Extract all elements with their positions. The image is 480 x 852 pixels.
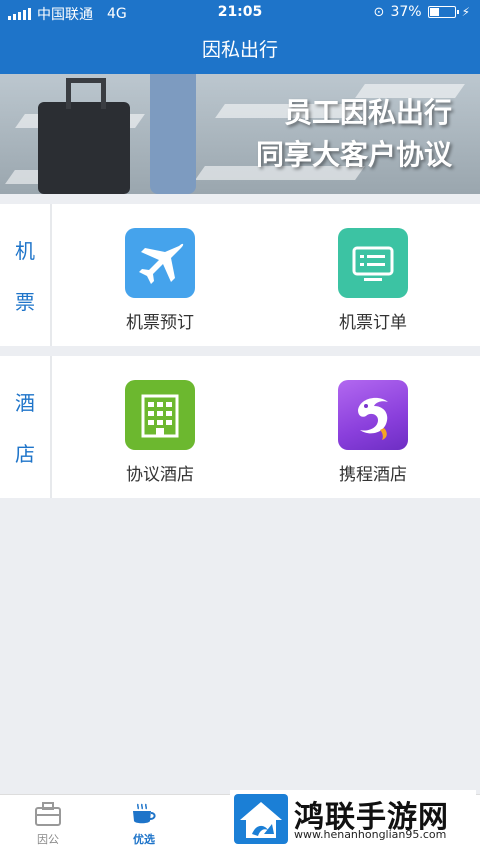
- traveler-legs-image: [150, 74, 196, 194]
- agreement-hotel-label: 协议酒店: [126, 465, 194, 485]
- navigation-bar: 因私出行: [0, 26, 480, 74]
- watermark-url: www.henanhonglian95.com: [294, 828, 447, 841]
- hotel-building-icon: [125, 380, 195, 450]
- section-label-char: 机: [15, 239, 35, 263]
- banner-line-1: 员工因私出行: [283, 96, 452, 129]
- banner-line-2: 同享大客户协议: [255, 138, 452, 171]
- page-title: 因私出行: [201, 39, 278, 61]
- flight-section: 机 票 机票预订 机票订单: [0, 204, 480, 346]
- status-bar: 中国联通 4G 21:05 ⊙ 37% ⚡: [0, 0, 480, 26]
- charging-icon: ⚡: [461, 5, 470, 19]
- promo-banner[interactable]: 员工因私出行 同享大客户协议: [0, 74, 480, 194]
- watermark-logo: [234, 794, 288, 844]
- battery-percent: 37%: [390, 4, 422, 20]
- tab-business-label: 因公: [37, 833, 59, 846]
- section-label-char: 票: [15, 290, 35, 314]
- ctrip-hotel-label: 携程酒店: [339, 465, 407, 485]
- orientation-lock-icon: ⊙: [373, 4, 385, 20]
- battery-icon: [427, 6, 459, 18]
- section-label-char: 店: [15, 442, 35, 466]
- section-label-char: 酒: [15, 391, 35, 415]
- agreement-hotel-tile[interactable]: 协议酒店: [90, 380, 230, 485]
- tab-preferred-label: 优选: [133, 833, 155, 846]
- section-label-flight: 机 票: [0, 204, 52, 346]
- airplane-icon: [125, 228, 195, 298]
- banner-slogan: 员工因私出行 同享大客户协议: [256, 92, 452, 176]
- suitcase-image: [38, 78, 130, 194]
- section-label-hotel: 酒 店: [0, 356, 52, 498]
- tab-business[interactable]: 因公: [8, 801, 88, 847]
- flight-orders-tile[interactable]: 机票订单: [303, 228, 443, 333]
- flight-booking-tile[interactable]: 机票预订: [90, 228, 230, 333]
- site-watermark: 鸿联手游网 www.henanhonglian95.com: [230, 790, 476, 848]
- flight-booking-label: 机票预订: [126, 313, 194, 333]
- flight-orders-label: 机票订单: [339, 313, 407, 333]
- ctrip-hotel-tile[interactable]: 携程酒店: [303, 380, 443, 485]
- briefcase-icon: [33, 801, 63, 827]
- order-list-icon: [338, 228, 408, 298]
- ctrip-dolphin-icon: [338, 380, 408, 450]
- coffee-cup-icon: [129, 801, 159, 827]
- hotel-section: 酒 店 协议酒店 携程酒店: [0, 356, 480, 498]
- tab-preferred[interactable]: 优选: [104, 801, 184, 847]
